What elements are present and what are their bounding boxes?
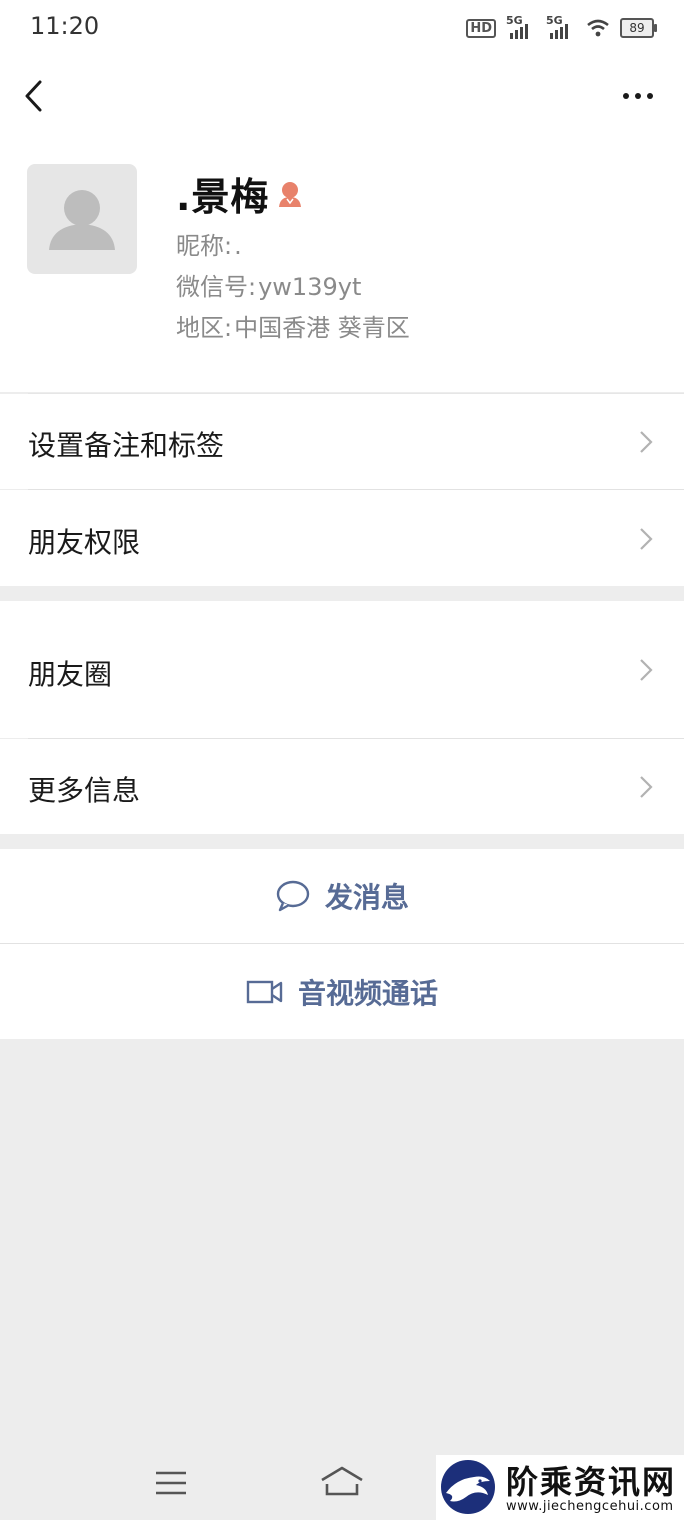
nickname-value: . <box>234 232 242 260</box>
send-message-label: 发消息 <box>324 881 409 914</box>
moments-item[interactable]: 朋友圈 <box>0 601 684 738</box>
menu-icon[interactable] <box>154 1470 188 1496</box>
contact-name: .景梅 <box>176 175 270 219</box>
video-call-button[interactable]: 音视频通话 <box>0 944 684 1039</box>
chevron-right-icon <box>640 528 653 550</box>
wechat-id-value: yw139yt <box>258 273 362 301</box>
remarks-tags-label: 设置备注和标签 <box>28 429 225 462</box>
status-bar: 11:20 HD 5G 5G 89 <box>0 0 684 56</box>
signal-icon: 5G <box>506 14 536 39</box>
chat-bubble-icon <box>276 880 310 912</box>
avatar[interactable] <box>27 164 137 274</box>
top-bar <box>0 56 684 136</box>
video-call-label: 音视频通话 <box>297 976 438 1010</box>
more-info-label: 更多信息 <box>28 774 141 807</box>
status-icons: HD 5G 5G 89 <box>466 14 657 42</box>
watermark-url: www.jiechengcehui.com <box>506 1499 674 1514</box>
female-icon <box>279 181 302 207</box>
region-row: 地区:中国香港 葵青区 <box>176 308 410 343</box>
nickname-label: 昵称: <box>176 232 233 260</box>
back-icon[interactable] <box>18 74 58 118</box>
friend-permissions-item[interactable]: 朋友权限 <box>0 490 684 586</box>
chevron-right-icon <box>640 431 653 453</box>
status-time: 11:20 <box>30 12 100 40</box>
video-camera-icon <box>246 980 283 1003</box>
remarks-tags-item[interactable]: 设置备注和标签 <box>0 394 684 489</box>
default-avatar-icon <box>49 190 115 250</box>
moments-label: 朋友圈 <box>28 658 113 691</box>
wechat-id-row: 微信号:yw139yt <box>176 267 361 302</box>
eagle-logo-icon <box>441 1460 495 1514</box>
more-options-button[interactable] <box>618 78 658 114</box>
name-row: .景梅 <box>176 166 303 221</box>
more-info-item[interactable]: 更多信息 <box>0 739 684 834</box>
nickname-row: 昵称:. <box>176 226 242 261</box>
region-label: 地区: <box>176 314 233 342</box>
more-dot <box>647 93 653 99</box>
send-message-button[interactable]: 发消息 <box>0 849 684 943</box>
hd-icon: HD <box>466 18 496 38</box>
region-value: 中国香港 葵青区 <box>234 314 410 342</box>
home-icon[interactable] <box>318 1464 366 1500</box>
watermark-title: 阶乘资讯网 <box>506 1463 677 1501</box>
wechat-id-label: 微信号: <box>176 273 257 301</box>
battery-icon: 89 <box>620 18 657 38</box>
more-dot <box>623 93 629 99</box>
chevron-right-icon <box>640 659 653 681</box>
profile-card: .景梅 昵称:. 微信号:yw139yt 地区:中国香港 葵青区 <box>0 136 684 392</box>
friend-permissions-label: 朋友权限 <box>28 526 141 559</box>
chevron-right-icon <box>640 776 653 798</box>
watermark: 阶乘资讯网 www.jiechengcehui.com <box>436 1455 684 1520</box>
more-dot <box>635 93 641 99</box>
signal-icon: 5G <box>546 14 576 39</box>
wifi-icon <box>587 19 609 37</box>
